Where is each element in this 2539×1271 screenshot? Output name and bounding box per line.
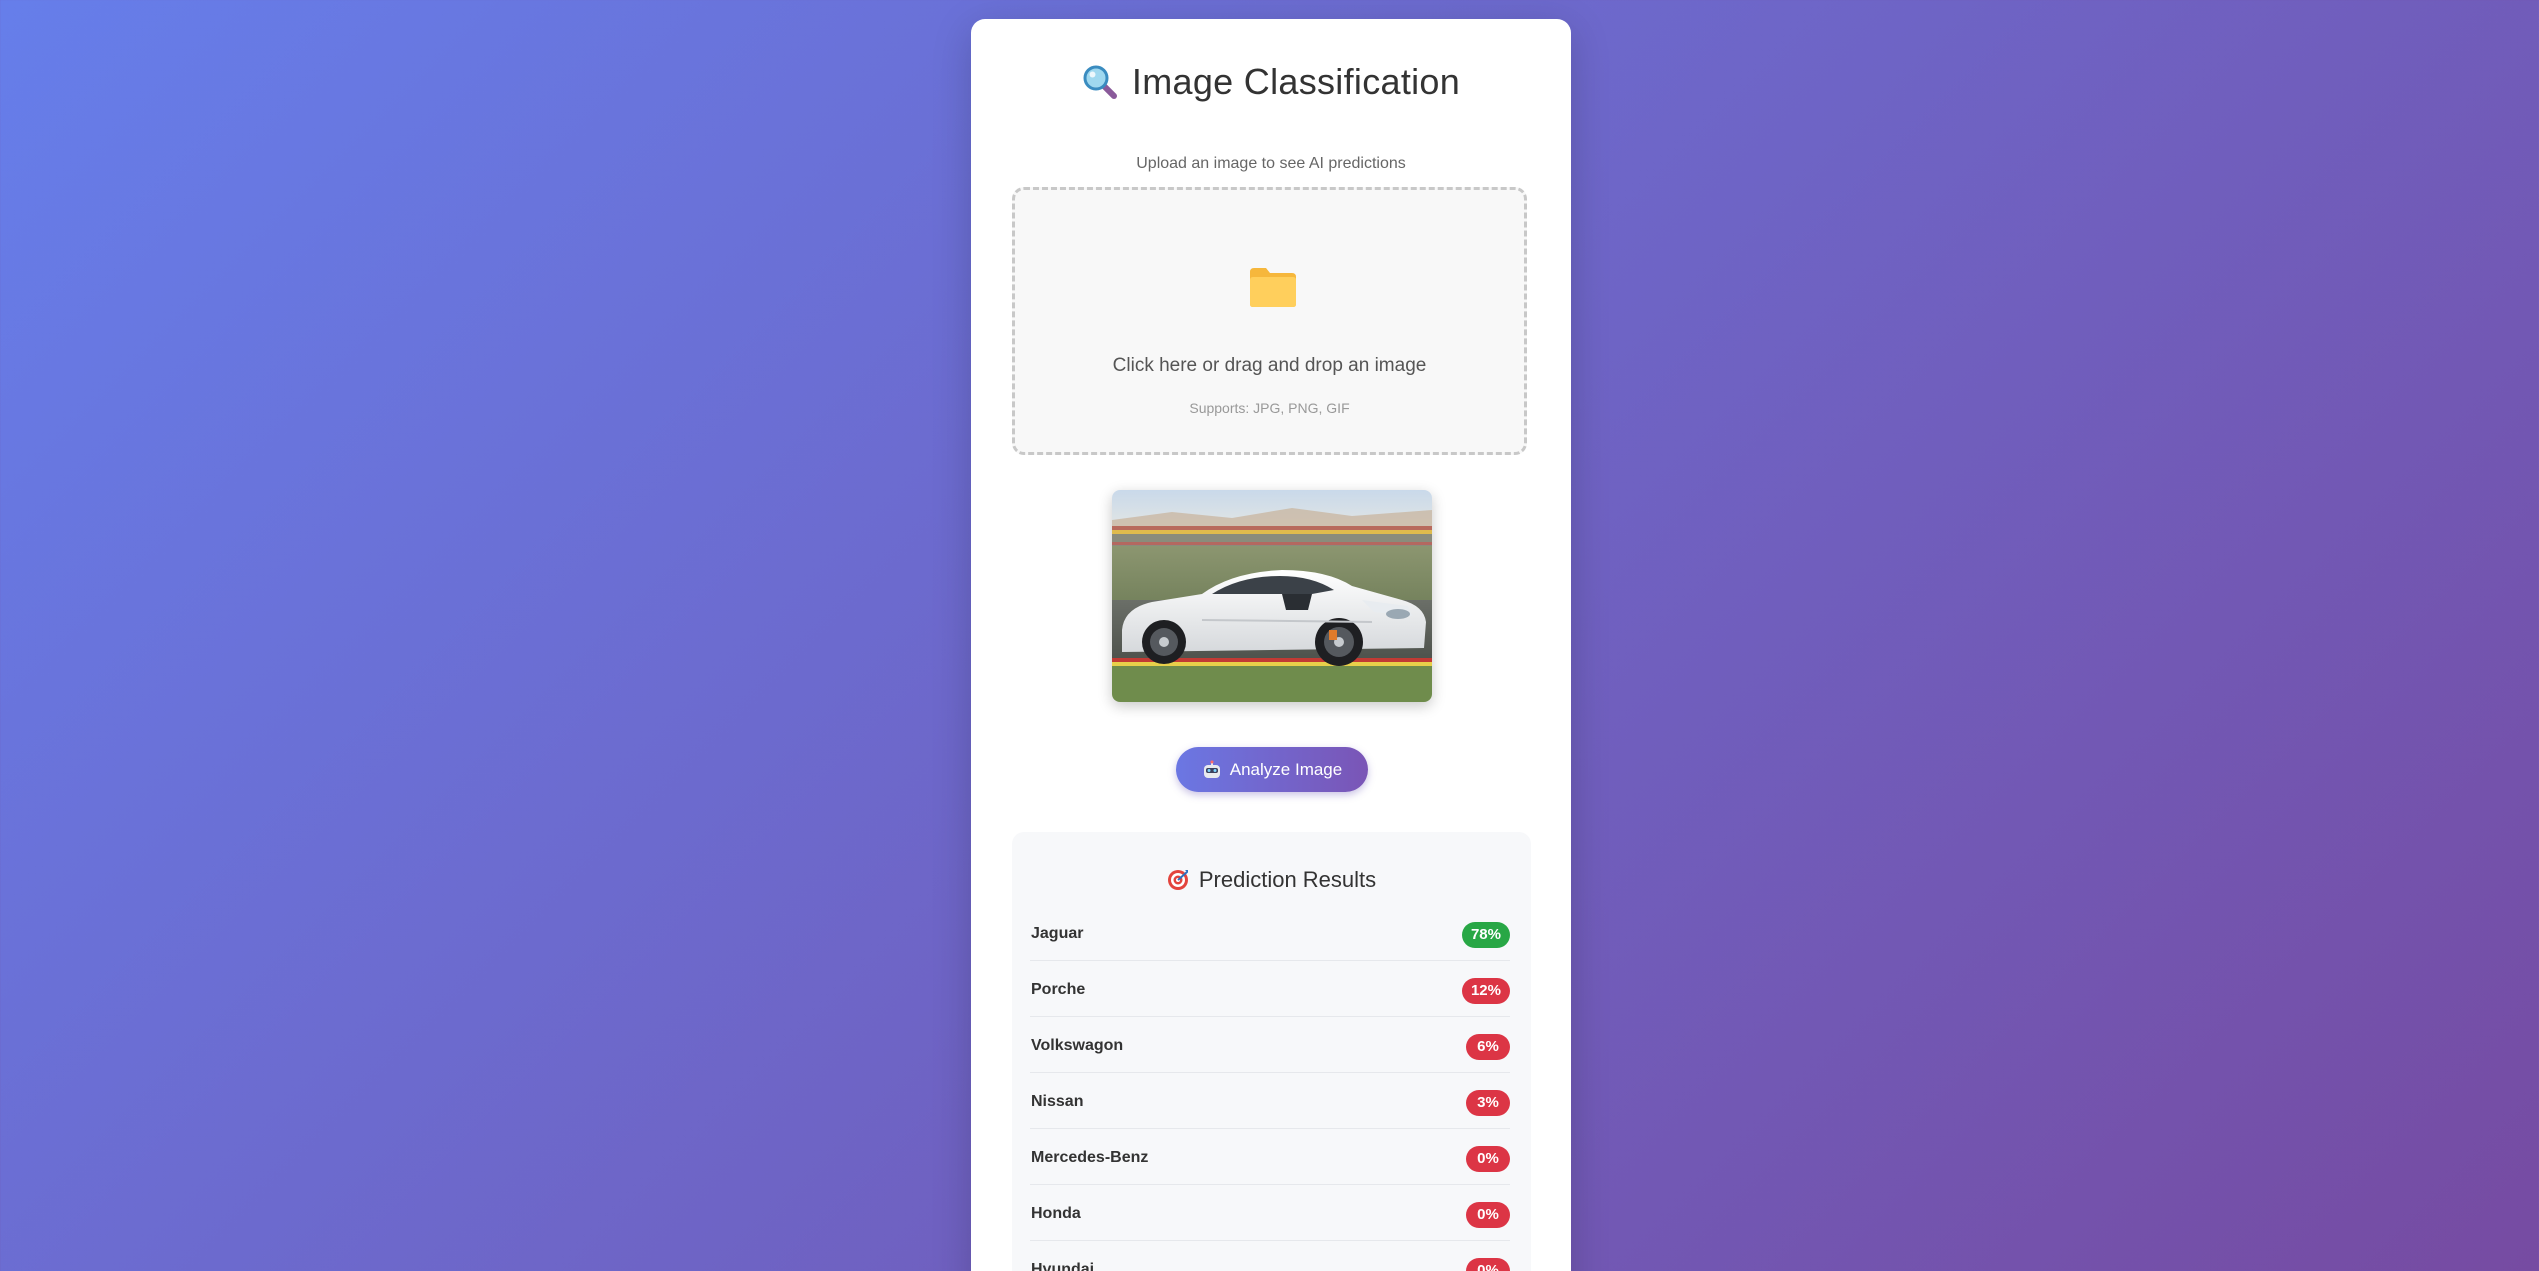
upload-dropzone[interactable]: Click here or drag and drop an image Sup… [1012, 187, 1527, 455]
page-title-text: Image Classification [1131, 61, 1461, 102]
upload-supported-formats: Supports: JPG, PNG, GIF [1189, 400, 1350, 416]
result-score-badge: 3% [1466, 1090, 1510, 1116]
page-title: Image Classification [971, 61, 1571, 103]
analyze-image-label: Analyze Image [1229, 759, 1343, 779]
result-label: Hyundai [1031, 1261, 1095, 1271]
result-label: Nissan [1031, 1093, 1084, 1110]
result-score-badge: 12% [1461, 978, 1510, 1004]
target-icon [1167, 870, 1188, 890]
result-label: Mercedes-Benz [1031, 1149, 1149, 1166]
analyze-image-button[interactable]: Analyze Image [1176, 747, 1368, 792]
result-label: Honda [1031, 1205, 1081, 1222]
result-row: Porche 12% [1030, 961, 1510, 1017]
result-score-badge: 78% [1461, 922, 1510, 948]
result-row: Hyundai 0% [1030, 1241, 1510, 1271]
classifier-card: Image Classification Upload an image to … [971, 19, 1571, 1271]
result-row: Mercedes-Benz 0% [1030, 1129, 1510, 1185]
result-score-badge: 0% [1466, 1202, 1510, 1228]
page-subtitle: Upload an image to see AI predictions [1136, 155, 1406, 172]
result-score-badge: 0% [1466, 1258, 1510, 1271]
magnifier-icon [1083, 65, 1117, 99]
result-row: Volkswagon 6% [1030, 1017, 1510, 1073]
folder-icon [1250, 268, 1296, 307]
result-score-badge: 0% [1466, 1146, 1510, 1172]
result-row: Nissan 3% [1030, 1073, 1510, 1129]
result-label: Porche [1031, 981, 1086, 998]
result-label: Volkswagon [1031, 1037, 1124, 1054]
result-row: Jaguar 78% [1030, 905, 1510, 961]
upload-prompt: Click here or drag and drop an image [1112, 355, 1427, 376]
prediction-results: Prediction Results Jaguar 78% Porche 12%… [1012, 832, 1531, 1271]
results-title-text: Prediction Results [1198, 867, 1377, 892]
result-label: Jaguar [1031, 925, 1084, 942]
result-score-badge: 6% [1466, 1034, 1510, 1060]
car-photo [1112, 490, 1432, 702]
results-title: Prediction Results [1012, 867, 1531, 893]
image-preview [1112, 490, 1432, 702]
result-row: Honda 0% [1030, 1185, 1510, 1241]
robot-icon [1203, 760, 1220, 778]
